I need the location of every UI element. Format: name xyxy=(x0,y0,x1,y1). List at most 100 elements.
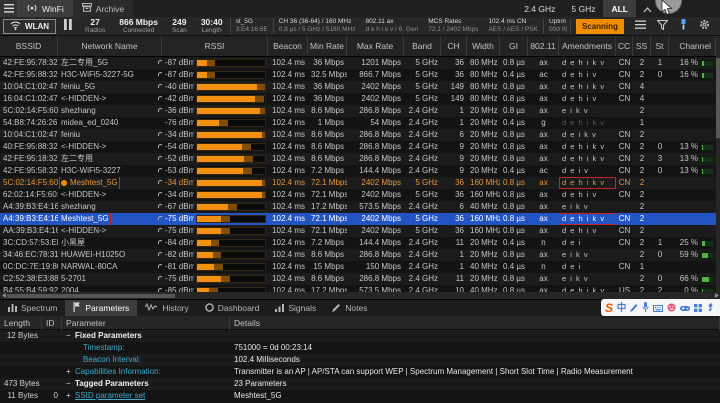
scanning-status-button[interactable]: Scanning xyxy=(576,19,624,34)
tab-dashboard[interactable]: Dashboard xyxy=(197,300,268,316)
rssi-value-cell: -34 dBm xyxy=(162,189,194,201)
table-row[interactable]: 10:04:C1:02:47:F0feiniu-34 dBm102.4 ms8.… xyxy=(0,129,716,141)
param-column-header-id[interactable]: ID xyxy=(42,316,62,330)
table-row[interactable]: 10:04:C1:02:47:F1feiniu_5G-40 dBm102.4 m… xyxy=(0,81,716,93)
amendments-cell: d e i k v xyxy=(559,129,616,141)
table-row[interactable]: 3C:CD:57:53:EE:1A小黑屋-84 dBm102.4 ms7.2 M… xyxy=(0,237,716,249)
menu-button[interactable] xyxy=(0,0,17,17)
parameter-row[interactable]: +Capabilities Information:Transmitter is… xyxy=(0,366,720,378)
scroll-right-arrow-icon[interactable] xyxy=(713,293,720,298)
tab-notes[interactable]: Notes xyxy=(324,300,375,316)
column-header-rssi[interactable]: RSSI xyxy=(162,36,268,56)
column-header-networkname[interactable]: Network Name xyxy=(58,36,162,56)
network-name-label: feiniu_5G xyxy=(61,81,95,93)
beacon-cell: 102.4 ms xyxy=(268,153,308,165)
width-cell: 160 MHz xyxy=(467,189,500,201)
table-row[interactable]: A4:39:B3:E4:16:6Fshezhang-67 dBm102.4 ms… xyxy=(0,201,716,213)
list-button[interactable] xyxy=(635,17,646,35)
band-tab-24ghz[interactable]: 2.4 GHz xyxy=(516,0,563,17)
horizontal-scrollbar-thumb[interactable] xyxy=(7,294,175,298)
keyboard-icon[interactable] xyxy=(653,299,663,317)
max-rate-cell: 54 Mbps xyxy=(347,117,404,129)
sogou-ime-toolbar[interactable]: S xyxy=(601,299,720,316)
parameter-label[interactable]: Capabilities Information: xyxy=(75,367,161,376)
gear-button[interactable] xyxy=(699,17,710,35)
tab-winfi[interactable]: WinFi xyxy=(17,0,73,17)
emoji-icon[interactable] xyxy=(667,299,676,317)
grid-icon[interactable] xyxy=(694,299,702,317)
table-row[interactable]: 42:FE:95:58:32:29H3C-WiFi5-3227-53 dBm10… xyxy=(0,165,716,177)
table-row[interactable]: 5C:02:14:F5:60:68Meshtest_5G-34 dBm102.4… xyxy=(0,177,716,189)
expand-toggle-icon[interactable]: − xyxy=(66,378,75,390)
vertical-scrollbar[interactable] xyxy=(716,36,720,292)
column-header-ch[interactable]: CH xyxy=(441,36,467,56)
column-header-80211[interactable]: 802.11 xyxy=(528,36,559,56)
table-row[interactable]: 34:46:EC:78:31:5CHUAWEI-H1025O-82 dBm102… xyxy=(0,249,716,261)
pen-icon[interactable] xyxy=(630,299,638,317)
channel-number-cell: 1 xyxy=(441,117,467,129)
parameter-label[interactable]: Timestamp: xyxy=(83,343,125,352)
tab-label: Signals xyxy=(288,303,316,313)
column-header-bssid[interactable]: BSSID xyxy=(0,36,58,56)
tab-spectrum[interactable]: Spectrum xyxy=(0,300,65,316)
network-name-cell: 5-2701 xyxy=(58,273,162,285)
table-row[interactable]: 16:04:C1:02:47:F1<-HIDDEN->-42 dBm102.4 … xyxy=(0,93,716,105)
band-tab-5ghz[interactable]: 5 GHz xyxy=(563,0,603,17)
column-header-beacon[interactable]: Beacon xyxy=(268,36,308,56)
gamepad-icon[interactable] xyxy=(680,299,690,317)
column-header-band[interactable]: Band xyxy=(404,36,441,56)
network-name-label: 小黑屋 xyxy=(61,237,85,249)
parameter-row[interactable]: Beacon Interval:102.4 Milliseconds xyxy=(0,354,720,366)
table-row[interactable]: 62:02:14:F5:60:68<-HIDDEN->-34 dBm102.4 … xyxy=(0,189,716,201)
tab-archive[interactable]: Archive xyxy=(73,0,133,17)
vertical-scrollbar-thumb[interactable] xyxy=(716,58,720,138)
beacon-cell: 102.4 ms xyxy=(268,201,308,213)
table-row[interactable]: 40:FE:95:88:32:29<-HIDDEN->-54 dBm102.4 … xyxy=(0,141,716,153)
expand-toggle-icon[interactable]: + xyxy=(66,390,75,402)
param-column-header-length[interactable]: Length xyxy=(0,316,42,330)
table-row[interactable]: AA:39:B3:E4:16:6E<-HIDDEN->-75 dBm102.4 … xyxy=(0,225,716,237)
table-row[interactable]: 42:FE:95:88:32:29H3C-WiFi5-3227-5G-87 dB… xyxy=(0,69,716,81)
column-header-minrate[interactable]: Min Rate xyxy=(308,36,347,56)
expand-toggle-icon[interactable]: + xyxy=(66,366,75,378)
wrench-icon[interactable] xyxy=(706,299,714,317)
parameter-label[interactable]: SSID parameter set xyxy=(75,391,145,400)
table-row[interactable]: 54:B8:74:26:26:A9midea_ed_0240-76 dBm102… xyxy=(0,117,716,129)
parameter-row[interactable]: 11 Bytes0+SSID parameter setMeshtest_5G xyxy=(0,390,720,402)
horizontal-scrollbar[interactable] xyxy=(0,292,720,299)
table-row[interactable]: 5C:02:14:F5:60:6Cshezhang-36 dBm102.4 ms… xyxy=(0,105,716,117)
parameter-label[interactable]: Beacon Interval: xyxy=(83,355,141,364)
band-tab-all[interactable]: ALL xyxy=(603,0,636,17)
tab-history[interactable]: History xyxy=(137,300,196,316)
scroll-left-arrow-icon[interactable] xyxy=(0,293,7,298)
table-row[interactable]: 42:FE:95:18:32:29左二专用-52 dBm102.4 ms8.6 … xyxy=(0,153,716,165)
expand-toggle-icon[interactable]: − xyxy=(66,330,75,342)
tab-signals[interactable]: Signals xyxy=(267,300,324,316)
amendments-cell: d e h i k v xyxy=(559,153,616,165)
parameter-row[interactable]: 473 Bytes−Tagged Parameters23 Parameters xyxy=(0,378,720,390)
table-row[interactable]: A4:39:B3:E4:16:6EMeshtest_5G-75 dBm102.4… xyxy=(0,213,716,225)
wlan-adapter-button[interactable]: WLAN xyxy=(3,19,56,34)
mic-icon[interactable] xyxy=(642,299,649,317)
column-header-cc[interactable]: CC xyxy=(616,36,633,56)
id-cell xyxy=(42,366,62,378)
table-row[interactable]: C2:52:38:E3:88:A25-2701-75 dBm102.4 ms8.… xyxy=(0,273,716,285)
zhong-icon[interactable] xyxy=(617,299,626,317)
tab-parameters[interactable]: Parameters xyxy=(65,300,137,316)
parameter-row[interactable]: Timestamp:751000 = 0d 00:23:14 xyxy=(0,342,720,354)
parameter-row[interactable]: 12 Bytes−Fixed Parameters xyxy=(0,330,720,342)
column-header-channel[interactable]: Channel xyxy=(669,36,716,56)
column-header-ss[interactable]: SS xyxy=(633,36,651,56)
column-header-maxrate[interactable]: Max Rate xyxy=(347,36,404,56)
param-column-header-parameter[interactable]: Parameter xyxy=(62,316,230,330)
brush-button[interactable] xyxy=(679,17,688,35)
column-header-amendments[interactable]: Amendments xyxy=(559,36,616,56)
column-header-width[interactable]: Width xyxy=(467,36,500,56)
column-header-st[interactable]: St xyxy=(651,36,669,56)
column-header-gi[interactable]: GI xyxy=(500,36,528,56)
table-row[interactable]: 0C:DC:7E:19:80:C9NARWAL-80CA-81 dBm102.4… xyxy=(0,261,716,273)
table-row[interactable]: B4:55:B4:59:92:CA2004-85 dBm102.4 ms17.2… xyxy=(0,285,716,292)
table-row[interactable]: 42:FE:95:78:32:29左二专用_5G-87 dBm102.4 ms3… xyxy=(0,57,716,69)
param-column-header-details[interactable]: Details xyxy=(230,316,720,330)
pause-button[interactable] xyxy=(64,17,72,35)
